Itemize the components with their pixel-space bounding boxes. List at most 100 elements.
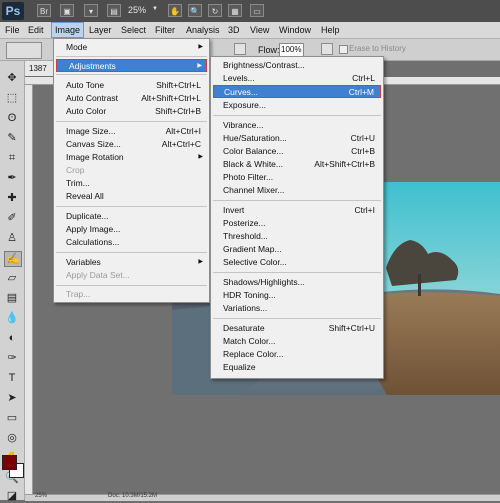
menu-item-levels[interactable]: Levels... Ctrl+L: [211, 72, 383, 85]
zoom-icon[interactable]: 🔍: [188, 4, 202, 17]
menu-item-match-color[interactable]: Match Color...: [211, 335, 383, 348]
menu-item-hdr-toning[interactable]: HDR Toning...: [211, 289, 383, 302]
crop-tool-icon[interactable]: ⌗: [4, 151, 20, 165]
menu-image[interactable]: Image: [51, 22, 85, 38]
menu-help[interactable]: Help: [318, 23, 343, 37]
menu-item-desaturate[interactable]: Desaturate Shift+Ctrl+U: [211, 322, 383, 335]
blur-tool-icon[interactable]: 💧: [4, 311, 20, 325]
clone-stamp-tool-icon[interactable]: ♙: [4, 231, 20, 245]
menu-separator: [56, 56, 207, 57]
arrange-documents-icon[interactable]: ▦: [228, 4, 242, 17]
menu-item-gradient-map[interactable]: Gradient Map...: [211, 243, 383, 256]
menu-item-vibrance[interactable]: Vibrance...: [211, 119, 383, 132]
menu-item-apply-image[interactable]: Apply Image...: [54, 223, 209, 236]
menu-item-color-balance[interactable]: Color Balance... Ctrl+B: [211, 145, 383, 158]
menu-item-auto-tone[interactable]: Auto Tone Shift+Ctrl+L: [54, 79, 209, 92]
menu-item-brightness-contrast[interactable]: Brightness/Contrast...: [211, 59, 383, 72]
rotate-view-icon[interactable]: ↻: [208, 4, 222, 17]
screen-mode-icon[interactable]: ▭: [250, 4, 264, 17]
menu-edit[interactable]: Edit: [25, 23, 47, 37]
menu-select[interactable]: Select: [118, 23, 149, 37]
menu-item-auto-contrast[interactable]: Auto Contrast Alt+Shift+Ctrl+L: [54, 92, 209, 105]
menu-item-black-white[interactable]: Black & White... Alt+Shift+Ctrl+B: [211, 158, 383, 171]
hand-icon[interactable]: ✋: [168, 4, 182, 17]
menu-item-posterize[interactable]: Posterize...: [211, 217, 383, 230]
path-selection-tool-icon[interactable]: ➤: [4, 391, 20, 405]
chevron-down-icon[interactable]: ▼: [152, 6, 158, 12]
menu-filter[interactable]: Filter: [152, 23, 178, 37]
menu-item-adjustments[interactable]: Adjustments ▶: [56, 59, 207, 72]
menu-item-crop: Crop: [66, 165, 85, 175]
photoshop-logo: Ps: [2, 2, 24, 20]
airbrush-toggle-icon[interactable]: [321, 43, 333, 55]
menu-window[interactable]: Window: [276, 23, 314, 37]
menu-item-channel-mixer[interactable]: Channel Mixer...: [211, 184, 383, 197]
menu-item-selective-color[interactable]: Selective Color...: [211, 256, 383, 269]
menu-view[interactable]: View: [247, 23, 272, 37]
lasso-tool-icon[interactable]: ʘ: [4, 111, 20, 125]
menu-item-replace-color[interactable]: Replace Color...: [211, 348, 383, 361]
foreground-color-swatch[interactable]: [2, 455, 17, 470]
default-colors-icon[interactable]: ◪: [4, 489, 20, 503]
menu-separator: [213, 115, 381, 116]
pen-tool-icon[interactable]: ✑: [4, 351, 20, 365]
menu-bar: File Edit Image Layer Select Filter Anal…: [0, 22, 500, 39]
eyedropper-tool-icon[interactable]: ✒: [4, 171, 20, 185]
minibridge-icon[interactable]: ▣: [60, 4, 74, 17]
healing-brush-tool-icon[interactable]: ✚: [4, 191, 20, 205]
move-tool-icon[interactable]: ✥: [4, 71, 20, 85]
history-brush-tool-icon[interactable]: ✍: [4, 251, 22, 267]
flow-field[interactable]: 100%: [279, 43, 304, 57]
menu-item-threshold[interactable]: Threshold...: [211, 230, 383, 243]
menu-item-auto-color[interactable]: Auto Color Shift+Ctrl+B: [54, 105, 209, 118]
menu-item-trim[interactable]: Trim...: [54, 177, 209, 190]
menu-file[interactable]: File: [2, 23, 23, 37]
menu-item-hue-saturation[interactable]: Hue/Saturation... Ctrl+U: [211, 132, 383, 145]
menu-layer[interactable]: Layer: [86, 23, 115, 37]
marquee-tool-icon[interactable]: ⬚: [4, 91, 20, 105]
type-tool-icon[interactable]: T: [4, 371, 20, 385]
menu-item-variations[interactable]: Variations...: [211, 302, 383, 315]
quick-selection-tool-icon[interactable]: ✎: [4, 131, 20, 145]
dodge-tool-icon[interactable]: ◐: [4, 331, 20, 345]
menu-item-invert[interactable]: Invert Ctrl+I: [211, 204, 383, 217]
shape-tool-icon[interactable]: ▭: [4, 411, 20, 425]
menu-item-variables[interactable]: Variables ▶: [54, 256, 209, 269]
application-bar: Ps Br ▣ ▾ ▤ 25% ▼ ✋ 🔍 ↻ ▦ ▭: [0, 0, 500, 23]
menu-item-exposure[interactable]: Exposure...: [211, 99, 383, 112]
menu-separator: [56, 206, 207, 207]
airbrush-icon[interactable]: [234, 43, 246, 55]
menu-separator: [56, 285, 207, 286]
eraser-tool-icon[interactable]: ▱: [4, 271, 20, 285]
3d-rotate-tool-icon[interactable]: ◎: [4, 431, 20, 445]
tools-panel: ✥ ⬚ ʘ ✎ ⌗ ✒ ✚ ✐ ♙ ✍ ▱ ▤ 💧 ◐ ✑ T ➤ ▭ ◎ ✋ …: [0, 61, 25, 503]
menu-separator: [56, 74, 207, 75]
menu-separator: [213, 200, 381, 201]
menu-item-image-rotation[interactable]: Image Rotation ▶: [54, 151, 209, 164]
zoom-level-icon[interactable]: ▤: [107, 4, 121, 17]
menu-item-duplicate[interactable]: Duplicate...: [54, 210, 209, 223]
guides-icon[interactable]: ▾: [84, 4, 98, 17]
menu-item-equalize[interactable]: Equalize: [211, 361, 383, 374]
menu-item-calculations[interactable]: Calculations...: [54, 236, 209, 249]
zoom-level[interactable]: 25%: [128, 5, 146, 15]
menu-analysis[interactable]: Analysis: [183, 23, 223, 37]
submenu-arrow-icon: ▶: [198, 44, 203, 50]
menu-item-image-size[interactable]: Image Size... Alt+Ctrl+I: [54, 125, 209, 138]
gradient-tool-icon[interactable]: ▤: [4, 291, 20, 305]
status-zoom: 25%: [35, 493, 48, 499]
menu-item-curves[interactable]: Curves... Ctrl+M: [213, 85, 381, 98]
menu-item-photo-filter[interactable]: Photo Filter...: [211, 171, 383, 184]
menu-item-mode[interactable]: Mode ▶: [54, 41, 209, 54]
image-menu: Mode ▶ Adjustments ▶ Auto Tone Shift+Ctr…: [53, 38, 210, 303]
brush-preset-picker[interactable]: [6, 42, 42, 59]
menu-item-shadows-highlights[interactable]: Shadows/Highlights...: [211, 276, 383, 289]
menu-separator: [56, 252, 207, 253]
menu-item-reveal-all[interactable]: Reveal All: [54, 190, 209, 203]
menu-item-canvas-size[interactable]: Canvas Size... Alt+Ctrl+C: [54, 138, 209, 151]
menu-separator: [56, 121, 207, 122]
erase-to-history-checkbox[interactable]: [339, 45, 348, 54]
brush-tool-icon[interactable]: ✐: [4, 211, 20, 225]
menu-3d[interactable]: 3D: [225, 23, 243, 37]
bridge-icon[interactable]: Br: [37, 4, 51, 17]
